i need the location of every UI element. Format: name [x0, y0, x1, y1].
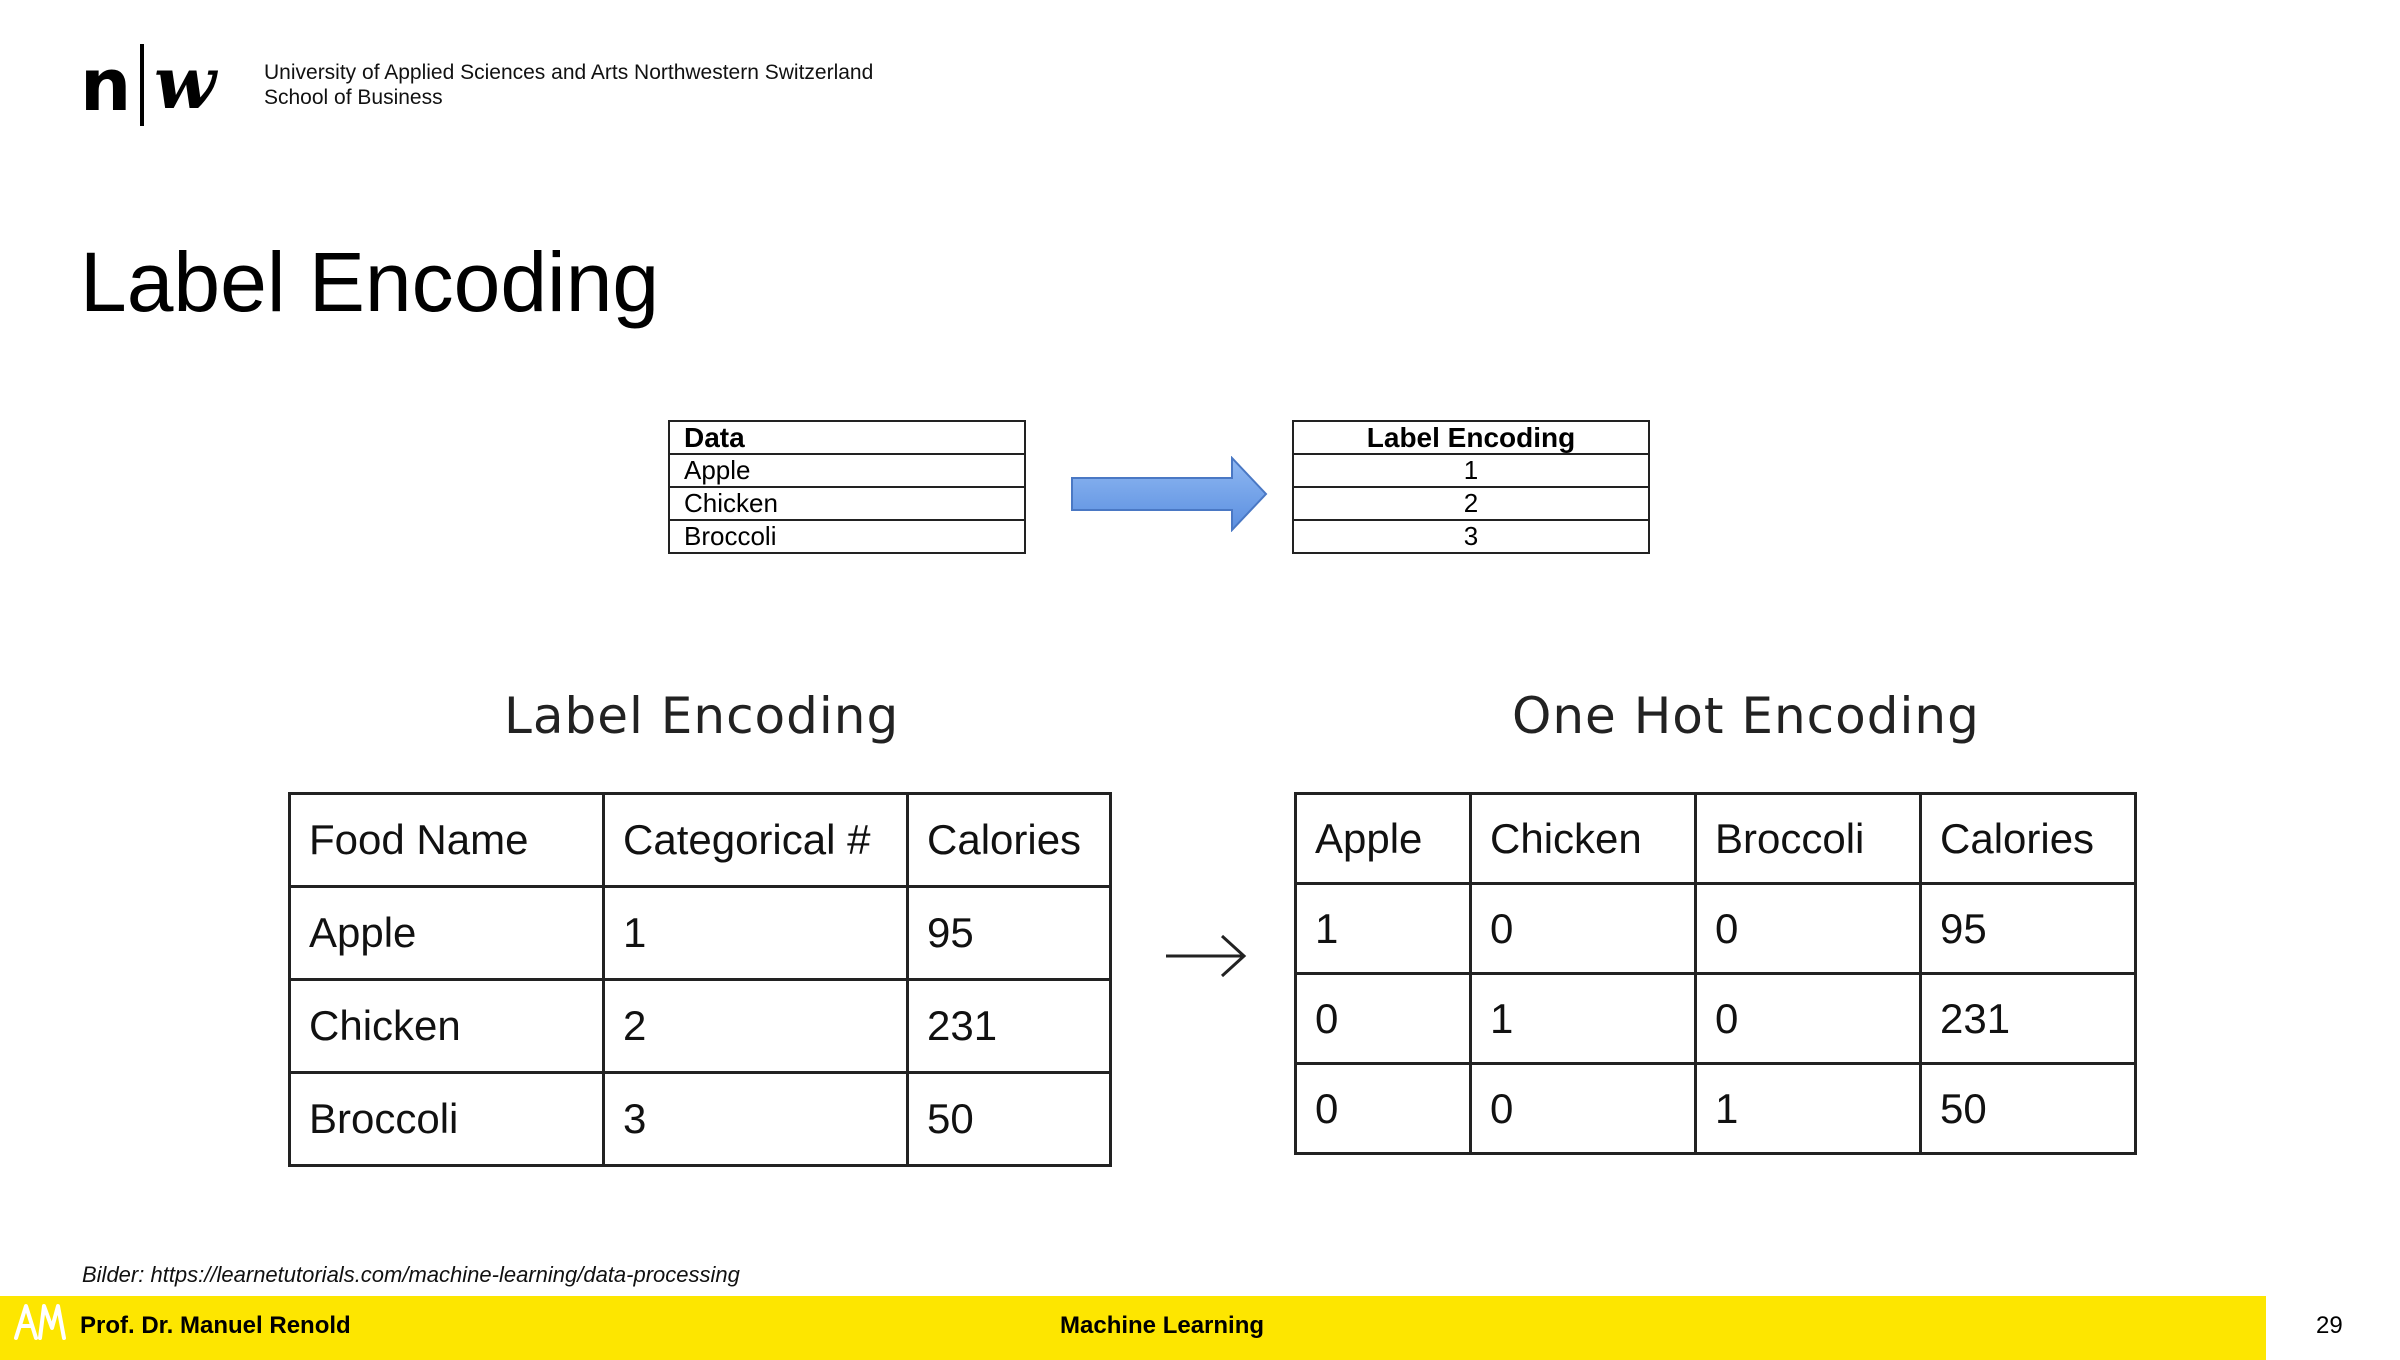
logo-n: n: [80, 43, 132, 127]
table-row: Broccoli 3 50: [288, 1071, 1112, 1167]
page-title: Label Encoding: [80, 235, 660, 329]
table-cell: 50: [1919, 1062, 2137, 1155]
table-header-row: Food Name Categorical # Calories: [288, 792, 1112, 888]
table-cell: 3: [602, 1071, 909, 1167]
table-row: Apple 1 95: [288, 885, 1112, 981]
table-cell: 0: [1694, 882, 1922, 975]
label-encoding-small-table: Label Encoding 1 2 3: [1292, 420, 1650, 554]
column-header: Categorical #: [602, 792, 909, 888]
table-cell: 1: [602, 885, 909, 981]
table-cell: 0: [1469, 1062, 1697, 1155]
footer-author: Prof. Dr. Manuel Renold: [80, 1312, 351, 1339]
university-line-1: University of Applied Sciences and Arts …: [264, 61, 874, 84]
column-header: Chicken: [1469, 792, 1697, 885]
label-encoding-small-cell: 3: [1292, 519, 1650, 554]
label-encoding-small-cell: 1: [1292, 453, 1650, 488]
table-row: Chicken 2 231: [288, 978, 1112, 1074]
table-cell: 0: [1294, 972, 1472, 1065]
table-cell: 0: [1294, 1062, 1472, 1155]
fhnw-logo: n w: [80, 40, 230, 130]
label-encoding-small-header: Label Encoding: [1292, 420, 1650, 455]
table-cell: Apple: [288, 885, 605, 981]
table-cell: 1: [1469, 972, 1697, 1065]
table-cell: Broccoli: [288, 1071, 605, 1167]
column-header: Food Name: [288, 792, 605, 888]
university-line-2: School of Business: [264, 86, 443, 109]
label-encoding-table: Food Name Categorical # Calories Apple 1…: [288, 792, 1112, 1167]
data-table-cell: Broccoli: [668, 519, 1026, 554]
am-logo-icon: [14, 1304, 66, 1340]
table-cell: 0: [1694, 972, 1922, 1065]
table-row: 1 0 0 95: [1294, 882, 2137, 975]
column-header: Calories: [906, 792, 1112, 888]
image-credit: Bilder: https://learnetutorials.com/mach…: [82, 1262, 740, 1287]
table-cell: Chicken: [288, 978, 605, 1074]
page-number: 29: [2316, 1312, 2343, 1339]
logo-w: w: [154, 40, 216, 125]
table-cell: 50: [906, 1071, 1112, 1167]
thin-right-arrow-icon: [1166, 934, 1247, 978]
column-header: Calories: [1919, 792, 2137, 885]
one-hot-encoding-table: Apple Chicken Broccoli Calories 1 0 0 95…: [1294, 792, 2137, 1155]
table-row: 0 1 0 231: [1294, 972, 2137, 1065]
logo-divider: [140, 44, 144, 126]
table-cell: 1: [1294, 882, 1472, 975]
column-header: Apple: [1294, 792, 1472, 885]
table-cell: 95: [1919, 882, 2137, 975]
table-cell: 1: [1694, 1062, 1922, 1155]
table-header-row: Apple Chicken Broccoli Calories: [1294, 792, 2137, 885]
label-encoding-small-cell: 2: [1292, 486, 1650, 521]
table-cell: 2: [602, 978, 909, 1074]
label-encoding-title: Label Encoding: [504, 687, 900, 745]
table-row: 0 0 1 50: [1294, 1062, 2137, 1155]
data-table: Data Apple Chicken Broccoli: [668, 420, 1026, 554]
table-cell: 231: [1919, 972, 2137, 1065]
column-header: Broccoli: [1694, 792, 1922, 885]
data-table-cell: Apple: [668, 453, 1026, 488]
table-cell: 95: [906, 885, 1112, 981]
data-table-header: Data: [668, 420, 1026, 455]
blue-right-arrow-icon: [1071, 456, 1268, 532]
one-hot-encoding-title: One Hot Encoding: [1512, 687, 1980, 745]
footer-course: Machine Learning: [1060, 1312, 1265, 1339]
table-cell: 0: [1469, 882, 1697, 975]
table-cell: 231: [906, 978, 1112, 1074]
university-name: University of Applied Sciences and Arts …: [264, 60, 873, 110]
data-table-cell: Chicken: [668, 486, 1026, 521]
